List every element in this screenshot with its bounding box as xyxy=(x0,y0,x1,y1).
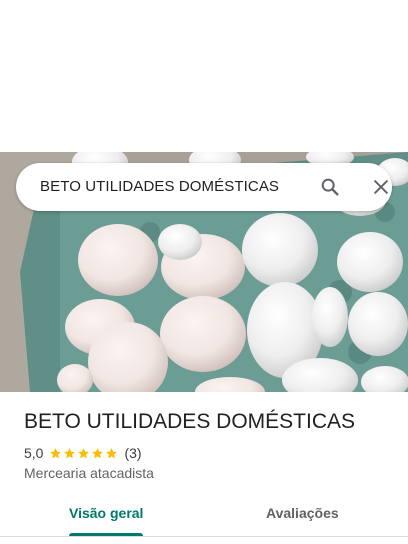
tab-overview[interactable]: Visão geral xyxy=(69,505,143,521)
tab-divider xyxy=(0,536,408,537)
star-icon xyxy=(106,447,118,458)
search-icon[interactable] xyxy=(318,175,342,199)
search-bar[interactable]: BETO UTILIDADES DOMÉSTICAS xyxy=(16,163,392,211)
close-icon[interactable] xyxy=(369,175,393,199)
search-input[interactable]: BETO UTILIDADES DOMÉSTICAS xyxy=(40,178,279,195)
star-icon xyxy=(92,447,104,458)
star-icon xyxy=(78,447,90,458)
rating-value: 5,0 xyxy=(24,445,44,461)
review-count[interactable]: (3) xyxy=(124,445,141,461)
tab-reviews[interactable]: Avaliações xyxy=(266,505,339,521)
star-rating xyxy=(49,447,119,460)
place-title: BETO UTILIDADES DOMÉSTICAS xyxy=(24,410,356,433)
star-icon xyxy=(64,447,76,458)
place-category[interactable]: Mercearia atacadista xyxy=(24,465,154,481)
star-icon xyxy=(50,447,62,458)
map-blank-area xyxy=(0,0,408,152)
rating-row[interactable]: 5,0 (3) xyxy=(24,445,142,461)
